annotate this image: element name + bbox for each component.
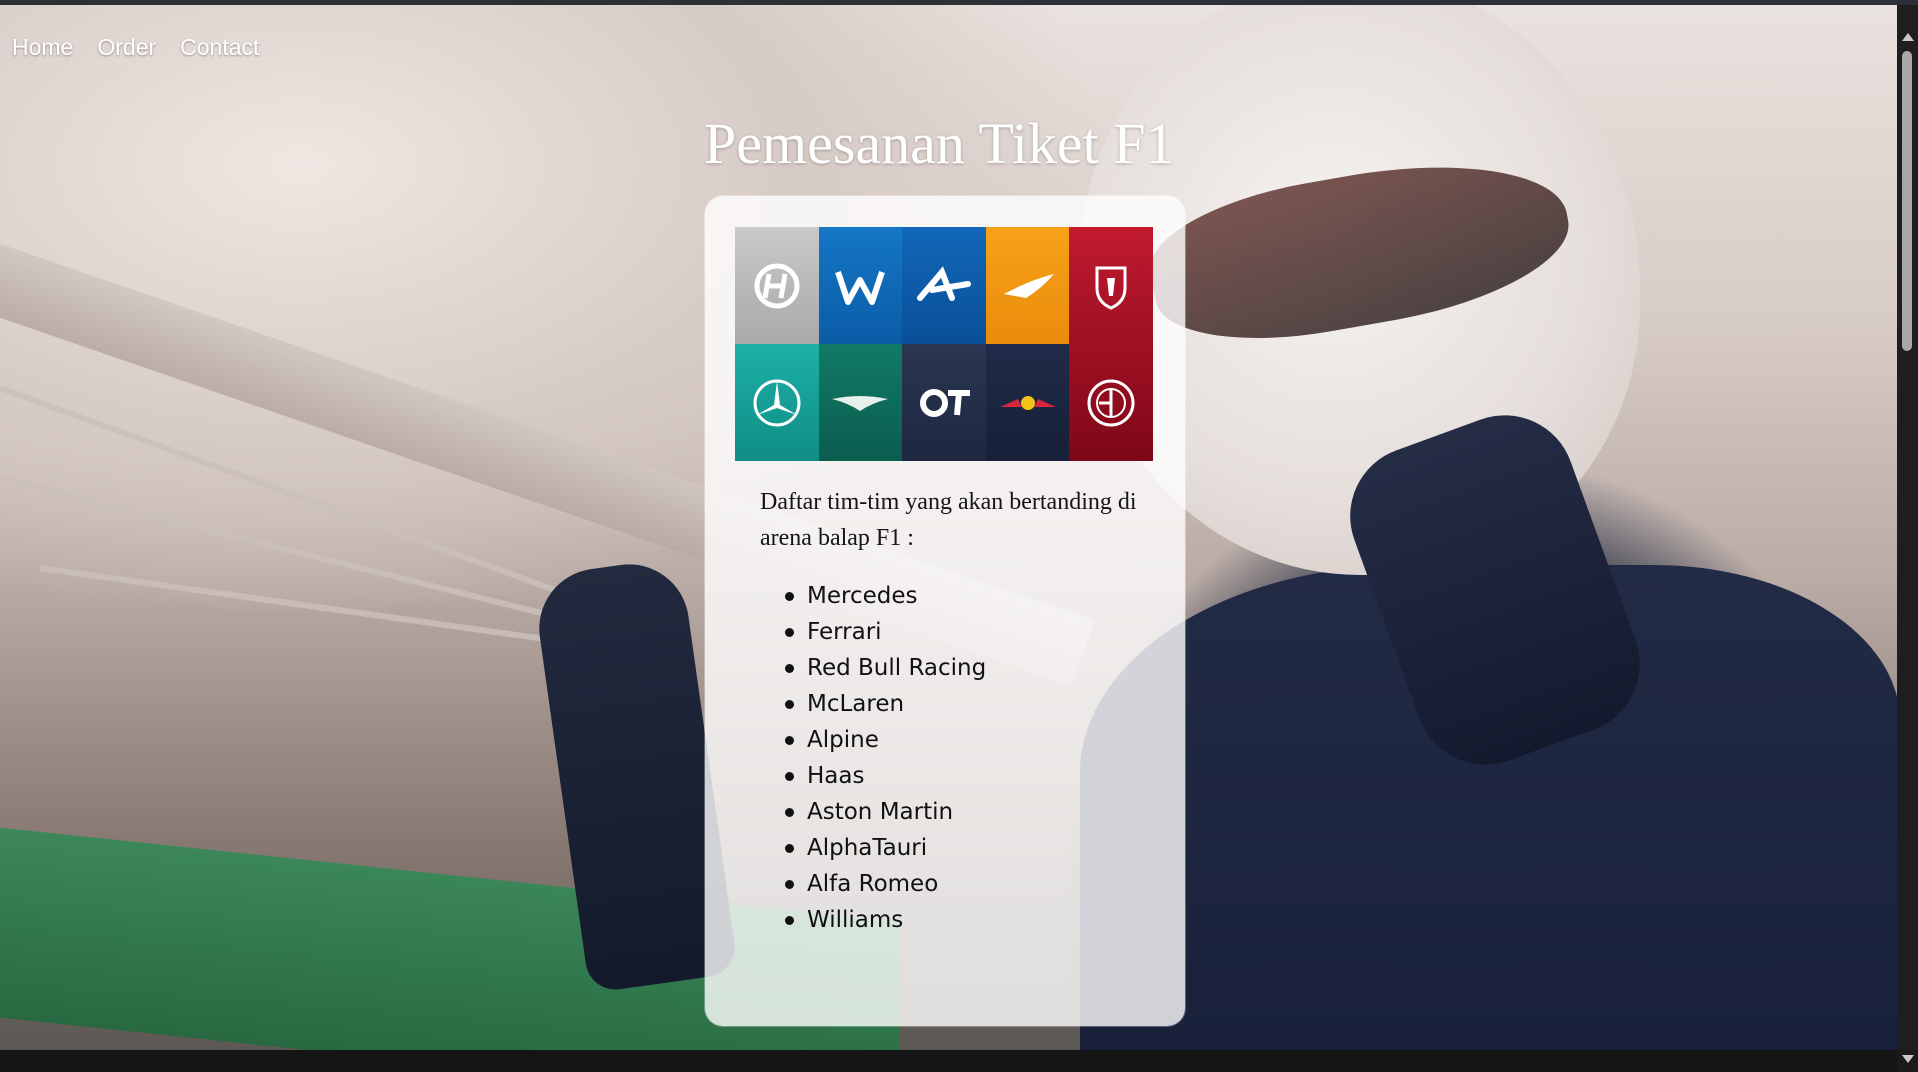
mclaren-logo-tile <box>985 227 1070 344</box>
scrollbar-thumb[interactable] <box>1902 51 1912 351</box>
team-list-item: Red Bull Racing <box>784 650 986 686</box>
aston-martin-logo-tile <box>818 344 903 461</box>
nav-contact-link[interactable]: Contact <box>180 34 259 61</box>
teams-card: Daftar tim-tim yang akan bertanding di a… <box>705 196 1185 1026</box>
haas-logo-icon <box>754 263 800 308</box>
team-list-item: Haas <box>784 758 986 794</box>
page-title: Pemesanan Tiket F1 <box>704 111 1175 176</box>
aston-martin-logo-icon <box>832 395 889 411</box>
team-list-item: Williams <box>784 902 986 938</box>
ferrari-logo-tile <box>1069 227 1153 344</box>
red-bull-logo-tile <box>985 344 1070 461</box>
team-logo-grid <box>735 227 1153 461</box>
nav-order-link[interactable]: Order <box>97 34 156 61</box>
vertical-scrollbar[interactable] <box>1897 5 1918 1063</box>
mercedes-logo-tile <box>735 344 819 461</box>
alfa-romeo-logo-tile <box>1069 344 1153 461</box>
team-list-item: Alfa Romeo <box>784 866 986 902</box>
mclaren-logo-icon <box>1003 273 1054 298</box>
haas-logo-tile <box>735 227 819 344</box>
alpine-logo-icon <box>916 265 971 301</box>
team-list-item: Aston Martin <box>784 794 986 830</box>
scroll-up-arrow-icon[interactable] <box>1902 33 1914 41</box>
scroll-down-arrow-icon[interactable] <box>1902 1055 1914 1063</box>
williams-logo-icon <box>835 270 886 305</box>
nav-home-link[interactable]: Home <box>12 34 73 61</box>
mercedes-logo-icon <box>753 379 801 426</box>
team-list-item: Mercedes <box>784 578 986 614</box>
window-bottom-bar <box>0 1050 1897 1072</box>
teams-intro-text: Daftar tim-tim yang akan bertanding di a… <box>760 489 1137 551</box>
williams-logo-tile <box>818 227 903 344</box>
alphatauri-logo-tile <box>902 344 986 461</box>
team-list-item: Ferrari <box>784 614 986 650</box>
team-list-item: AlphaTauri <box>784 830 986 866</box>
team-list-item: Alpine <box>784 722 986 758</box>
top-nav: Home Order Contact <box>12 34 259 61</box>
teams-list: Mercedes Ferrari Red Bull Racing McLaren… <box>784 578 986 938</box>
ferrari-logo-icon <box>1095 266 1127 310</box>
alfa-romeo-logo-icon <box>1087 379 1135 426</box>
alpine-logo-tile <box>902 227 986 344</box>
red-bull-logo-icon <box>999 395 1056 410</box>
team-list-item: McLaren <box>784 686 986 722</box>
alphatauri-logo-icon <box>919 388 970 417</box>
